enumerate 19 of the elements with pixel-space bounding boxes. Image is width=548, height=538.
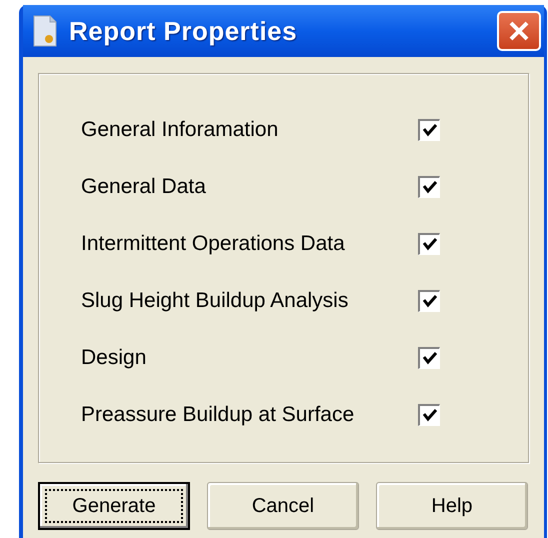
checkbox[interactable] — [418, 290, 440, 312]
option-label: Intermittent Operations Data — [81, 230, 346, 257]
dialog-button[interactable]: Help — [376, 482, 528, 530]
dialog-button[interactable]: Generate — [38, 482, 190, 530]
option-label: Design — [81, 344, 148, 371]
dialog-button[interactable]: Cancel — [207, 482, 359, 530]
document-icon — [32, 15, 58, 47]
close-button[interactable] — [497, 11, 541, 51]
window-title: Report Properties — [69, 14, 298, 48]
option-label: General Inforamation — [81, 116, 280, 143]
option-label: General Data — [81, 174, 207, 200]
close-icon — [508, 20, 530, 42]
option-label: Preassure Buildup at Surface — [81, 402, 356, 428]
checkbox[interactable] — [418, 232, 440, 254]
checkbox[interactable] — [418, 404, 440, 426]
checkbox[interactable] — [418, 346, 440, 368]
checkbox[interactable] — [418, 176, 440, 198]
option-label: Slug Height Buildup Analysis — [81, 288, 350, 314]
checkbox[interactable] — [418, 118, 440, 140]
